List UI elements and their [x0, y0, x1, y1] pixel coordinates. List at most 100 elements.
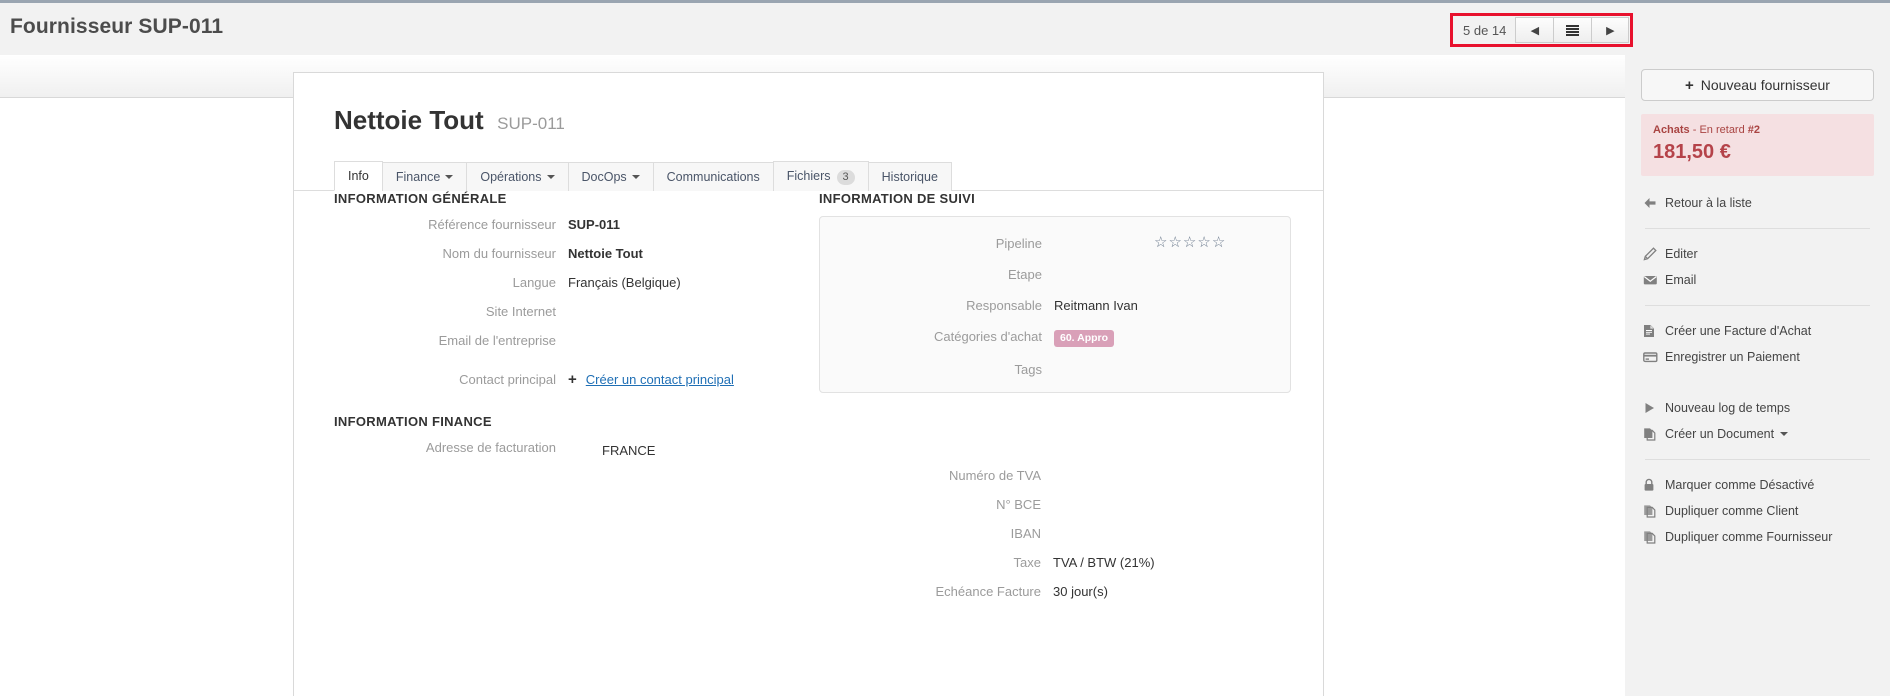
sidebar-item-marquer-comme-desactive[interactable]: Marquer comme Désactivé: [1641, 472, 1874, 498]
play-icon: [1643, 401, 1665, 415]
tab-historique[interactable]: Historique: [867, 162, 952, 191]
sidebar-group-navigation: Retour à la liste: [1641, 190, 1874, 216]
chevron-left-icon: ◀: [1530, 24, 1540, 37]
pencil-icon: [1643, 247, 1665, 261]
tab-bar: Info Finance Opérations DocOps Communica…: [294, 161, 1323, 191]
field-iban: IBAN: [809, 525, 1325, 542]
star-icon[interactable]: ☆: [1183, 235, 1196, 250]
document-icon: [1643, 324, 1665, 338]
field-label: Numéro de TVA: [948, 468, 1041, 483]
tab-operations[interactable]: Opérations: [466, 162, 569, 191]
chevron-down-icon: [445, 174, 454, 179]
sidebar-item-dupliquer-comme-client[interactable]: Dupliquer comme Client: [1641, 498, 1874, 524]
tab-label: DocOps: [581, 170, 627, 184]
sidebar-item-label: Email: [1665, 273, 1697, 287]
record-pager-highlight: 5 de 14 ◀ ▶: [1450, 13, 1634, 47]
sidebar-item-nouveau-log-de-temps[interactable]: Nouveau log de temps: [1641, 395, 1874, 421]
copy-document-icon: [1643, 427, 1665, 441]
field-label: N° BCE: [996, 497, 1041, 512]
field-label: Pipeline: [995, 236, 1042, 251]
field-label: Adresse de facturation: [425, 440, 556, 455]
tab-docops[interactable]: DocOps: [567, 162, 654, 191]
tab-fichiers[interactable]: Fichiers 3: [772, 161, 869, 191]
new-supplier-button[interactable]: + Nouveau fournisseur: [1641, 69, 1874, 101]
star-icon[interactable]: ☆: [1212, 235, 1225, 250]
sidebar-item-enregistrer-paiement[interactable]: Enregistrer un Paiement: [1641, 344, 1874, 370]
field-responsable: Responsable Reitmann Ivan: [820, 297, 1290, 314]
field-numero-tva: Numéro de TVA: [809, 467, 1325, 484]
pager-list-button[interactable]: [1553, 17, 1592, 43]
star-icon[interactable]: ☆: [1197, 235, 1210, 250]
section-title-finance: INFORMATION FINANCE: [334, 414, 492, 429]
copy-icon: [1643, 504, 1665, 518]
field-label: Nom du fournisseur: [442, 246, 556, 261]
purchase-category-badge: 60. Appro: [1054, 330, 1115, 347]
sidebar-item-dupliquer-comme-fournisseur[interactable]: Dupliquer comme Fournisseur: [1641, 524, 1874, 550]
field-label: Langue: [512, 275, 556, 290]
star-icon[interactable]: ☆: [1154, 235, 1167, 250]
field-label: Echéance Facture: [935, 584, 1041, 599]
field-label: IBAN: [1010, 526, 1041, 541]
section-title-suivi: INFORMATION DE SUIVI: [819, 191, 975, 206]
sidebar-item-label: Créer un Document: [1665, 427, 1775, 441]
record-card-body: INFORMATION GÉNÉRALE Référence fournisse…: [294, 191, 1323, 691]
sidebar-item-email[interactable]: Email: [1641, 267, 1874, 293]
chevron-right-icon: ▶: [1606, 24, 1615, 37]
sidebar-divider: [1645, 459, 1870, 460]
pipeline-rating[interactable]: ☆ ☆ ☆ ☆ ☆: [1154, 235, 1225, 250]
address-line: FRANCE: [602, 443, 656, 458]
sidebar-item-label: Editer: [1665, 247, 1698, 261]
field-echeance-facture: Echéance Facture 30 jour(s): [809, 583, 1325, 600]
field-label: Taxe: [1013, 555, 1041, 570]
lock-icon: [1643, 478, 1665, 492]
field-nom-fournisseur: Nom du fournisseur Nettoie Tout: [294, 245, 809, 262]
record-card: Nettoie Tout SUP-011 Info Finance Opérat…: [293, 72, 1324, 696]
field-value: SUP-011: [568, 217, 621, 232]
alert-status: En retard: [1699, 124, 1745, 136]
tab-communications[interactable]: Communications: [652, 162, 774, 191]
field-label: Contact principal: [459, 372, 556, 387]
sidebar-group-documents: Créer une Facture d'Achat Enregistrer un…: [1641, 318, 1874, 370]
sidebar-item-label: Créer une Facture d'Achat: [1665, 324, 1812, 338]
record-name: Nettoie Tout: [334, 105, 484, 135]
field-value: ☆ ☆ ☆ ☆ ☆: [1054, 235, 1225, 250]
page-header: Fournisseur SUP-011 5 de 14 ◀ ▶: [0, 3, 1890, 55]
sidebar-divider: [1645, 228, 1870, 229]
field-label: Tags: [1014, 362, 1042, 377]
tab-info[interactable]: Info: [334, 161, 383, 191]
sidebar-group-danger: Marquer comme Désactivé Dupliquer comme …: [1641, 472, 1874, 550]
field-label: Responsable: [966, 298, 1042, 313]
field-value: Nettoie Tout: [568, 246, 643, 261]
sidebar-item-editer[interactable]: Editer: [1641, 241, 1874, 267]
alert-separator: -: [1689, 124, 1700, 136]
create-main-contact-action[interactable]: + Créer un contact principal: [568, 371, 734, 388]
plus-icon: +: [1685, 76, 1694, 94]
star-icon[interactable]: ☆: [1168, 235, 1181, 250]
pager-next-button[interactable]: ▶: [1591, 17, 1630, 43]
sidebar-item-retour-a-la-liste[interactable]: Retour à la liste: [1641, 190, 1874, 216]
tab-label: Finance: [395, 170, 441, 184]
alert-prefix: Achats: [1653, 124, 1690, 136]
field-reference-fournisseur: Référence fournisseur SUP-011: [294, 216, 809, 233]
field-value: Reitmann Ivan: [1054, 298, 1138, 313]
pager-prev-button[interactable]: ◀: [1515, 17, 1554, 43]
tab-finance[interactable]: Finance: [381, 162, 468, 191]
create-main-contact-link[interactable]: Créer un contact principal: [586, 371, 734, 388]
pager-count-label: 5 de 14: [1463, 22, 1507, 38]
field-label: Référence fournisseur: [428, 217, 556, 232]
field-contact-principal: Contact principal + Créer un contact pri…: [294, 371, 809, 388]
action-sidebar: + Nouveau fournisseur Achats - En retard…: [1625, 55, 1890, 696]
arrow-left-icon: [1643, 196, 1665, 210]
overdue-purchases-alert[interactable]: Achats - En retard #2 181,50 €: [1641, 114, 1874, 176]
field-tags: Tags: [820, 361, 1290, 378]
sidebar-group-timelog: Nouveau log de temps Créer un Document: [1641, 395, 1874, 447]
sidebar-item-creer-facture-achat[interactable]: Créer une Facture d'Achat: [1641, 318, 1874, 344]
sidebar-item-creer-un-document[interactable]: Créer un Document: [1641, 421, 1874, 447]
billing-address: FRANCE: [568, 439, 655, 458]
sidebar-group-edit: Editer Email: [1641, 241, 1874, 293]
field-categories-achat: Catégories d'achat 60. Appro: [820, 328, 1290, 347]
tab-badge-count: 3: [836, 170, 855, 185]
tab-label: Historique: [881, 170, 938, 184]
field-taxe: Taxe TVA / BTW (21%): [809, 554, 1325, 571]
field-label: Email de l'entreprise: [438, 333, 556, 348]
